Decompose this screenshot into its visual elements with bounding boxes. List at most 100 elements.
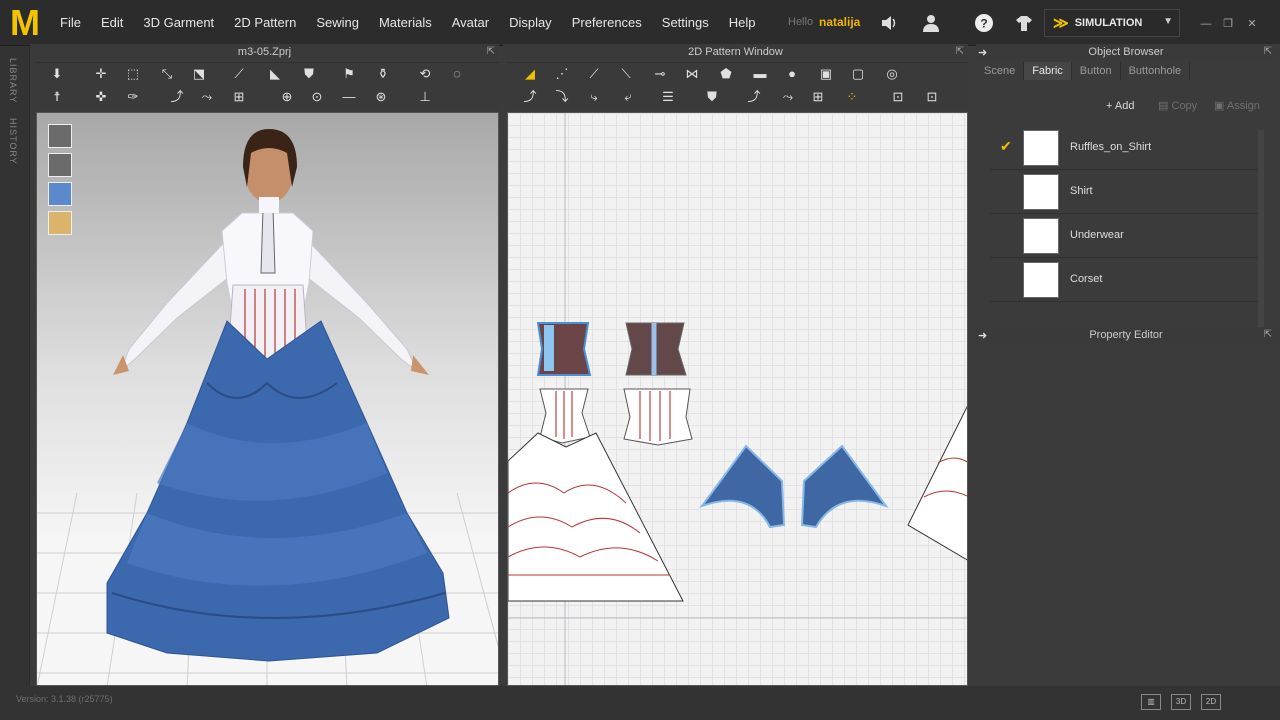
grid-icon[interactable]: ⊞ [228, 88, 250, 106]
sew-check-icon[interactable]: ⊞ [807, 88, 829, 106]
menu-file[interactable]: File [50, 14, 91, 32]
simulation-chevron-icon: ≫ [1053, 15, 1069, 32]
library-tab[interactable]: LIBRARY [8, 58, 18, 103]
add-button[interactable]: + Add [1100, 96, 1140, 116]
lasso-icon[interactable]: ◌ [446, 65, 468, 83]
seam-icon[interactable]: ⤳ [196, 88, 218, 106]
fold-arrange-icon[interactable]: ⤷ [583, 88, 605, 106]
internal-circle-icon[interactable]: ◎ [881, 65, 903, 83]
split-view-icon[interactable]: ▥ [1141, 694, 1161, 710]
trace-icon[interactable]: ⤴ [519, 88, 541, 106]
ruler-icon[interactable]: ⊥ [414, 88, 436, 106]
menu-materials[interactable]: Materials [369, 14, 442, 32]
restore-icon[interactable]: ❐ [1222, 18, 1234, 30]
tack-icon[interactable]: ✜ [90, 88, 112, 106]
lock-icon[interactable]: ⊛ [370, 88, 392, 106]
move-tool-icon[interactable]: ✛ [90, 65, 112, 83]
arrow-right-icon[interactable]: ➜ [978, 329, 987, 342]
edit-points-icon[interactable]: ⋰ [551, 65, 573, 83]
list-item[interactable]: Shirt [990, 170, 1260, 214]
garment-fit-icon[interactable]: ⛊ [701, 88, 723, 106]
add-point-icon[interactable]: ⊸ [649, 65, 671, 83]
dart-icon[interactable]: ⋈ [681, 65, 703, 83]
menu-preferences[interactable]: Preferences [562, 14, 652, 32]
menu-avatar[interactable]: Avatar [442, 14, 499, 32]
list-item[interactable]: Corset [990, 258, 1260, 302]
pin-box-icon[interactable]: ⬔ [188, 65, 210, 83]
arrow-down-tool-icon[interactable]: ⬇ [46, 65, 68, 83]
fold-icon[interactable]: ◣ [264, 65, 286, 83]
fabric-icon[interactable]: ☰ [657, 88, 679, 106]
user-icon[interactable] [920, 12, 942, 34]
line-icon[interactable]: — [338, 88, 360, 106]
app-logo: M [10, 2, 40, 43]
username[interactable]: natalija [819, 15, 860, 29]
pants-icon[interactable]: ⚱ [372, 65, 394, 83]
menu-help[interactable]: Help [719, 14, 766, 32]
select-box-icon[interactable]: ⬚ [122, 65, 144, 83]
simulation-button[interactable]: ≫ SIMULATION ▼ [1044, 9, 1180, 37]
menu-bar: M File Edit 3D Garment 2D Pattern Sewing… [0, 0, 1280, 46]
view-2d-button[interactable]: 2D [1201, 694, 1221, 710]
tab-fabric[interactable]: Fabric [1024, 62, 1072, 80]
list-item[interactable]: Underwear [990, 214, 1260, 258]
expand-icon[interactable]: ⇱ [956, 44, 964, 60]
menu-sewing[interactable]: Sewing [306, 14, 369, 32]
menu-display[interactable]: Display [499, 14, 562, 32]
sew-free-icon[interactable]: ⤳ [777, 88, 799, 106]
internal-polygon-icon[interactable]: ▣ [815, 65, 837, 83]
edit-pattern-icon[interactable]: ◢ [519, 65, 541, 83]
menu-edit[interactable]: Edit [91, 14, 133, 32]
copy-icon: ▤ [1158, 100, 1169, 112]
rectangle-icon[interactable]: ▬ [749, 65, 771, 83]
list-item[interactable]: ✔ Ruffles_on_Shirt [990, 126, 1260, 170]
fabric-name: Corset [1070, 273, 1103, 285]
transform-icon[interactable]: ⤡ [156, 65, 178, 83]
snap-grid-icon[interactable]: ⊡ [887, 88, 909, 106]
speaker-icon[interactable] [878, 12, 900, 34]
scrollbar[interactable] [1258, 130, 1264, 340]
view-3d-button[interactable]: 3D [1171, 694, 1191, 710]
pin-icon[interactable]: ✑ [122, 88, 144, 106]
circle-icon[interactable]: ● [781, 65, 803, 83]
assign-button[interactable]: ▣ Assign [1208, 96, 1266, 116]
edit-curve-icon[interactable]: ⟍ [615, 65, 637, 83]
polygon-icon[interactable]: ⬟ [715, 65, 737, 83]
help-icon[interactable]: ? [973, 12, 995, 34]
button-add-icon[interactable]: ⊕ [276, 88, 298, 106]
sew-icon[interactable]: ⤴ [166, 88, 188, 106]
garment-gear-icon[interactable] [1013, 12, 1035, 34]
pin-pattern-icon[interactable]: ⁘ [841, 88, 863, 106]
check-icon: ✔ [1000, 138, 1012, 154]
curve-point-icon[interactable]: ⟋ [583, 65, 605, 83]
button-icon[interactable]: ⊙ [306, 88, 328, 106]
unfold-icon[interactable]: ⤶ [617, 88, 639, 106]
expand-icon[interactable]: ⇱ [1264, 44, 1272, 60]
menu-2d-pattern[interactable]: 2D Pattern [224, 14, 306, 32]
close-icon[interactable]: ✕ [1246, 18, 1258, 30]
arrow-right-icon[interactable]: ➜ [978, 46, 987, 59]
zoom-grid-icon[interactable]: ⊡ [921, 88, 943, 106]
menu-3d-garment[interactable]: 3D Garment [133, 14, 224, 32]
menu-settings[interactable]: Settings [652, 14, 719, 32]
fabric-swatch [1023, 262, 1059, 298]
chevron-down-icon[interactable]: ▼ [1163, 16, 1173, 27]
tab-scene[interactable]: Scene [976, 62, 1025, 80]
offset-icon[interactable]: ⤵ [551, 88, 573, 106]
tab-buttonhole[interactable]: Buttonhole [1121, 62, 1191, 80]
internal-rect-icon[interactable]: ▢ [847, 65, 869, 83]
line-tool-icon[interactable]: ⟋ [228, 65, 250, 83]
shirt-icon[interactable]: ⚑ [338, 65, 360, 83]
expand-icon[interactable]: ⇱ [487, 44, 495, 60]
3d-garment-view[interactable] [36, 112, 499, 686]
copy-button[interactable]: ▤ Copy [1152, 96, 1203, 116]
garment-icon[interactable]: ⛊ [298, 65, 320, 83]
2d-pattern-view[interactable] [507, 112, 968, 686]
sew-segment-icon[interactable]: ⤴ [743, 88, 765, 106]
tab-button[interactable]: Button [1072, 62, 1121, 80]
avatar-pose-icon[interactable]: ☨ [46, 88, 68, 106]
history-tab[interactable]: HISTORY [8, 118, 18, 165]
minimize-icon[interactable]: — [1200, 18, 1212, 30]
expand-icon[interactable]: ⇱ [1264, 327, 1272, 343]
curve-icon[interactable]: ⟲ [414, 65, 436, 83]
